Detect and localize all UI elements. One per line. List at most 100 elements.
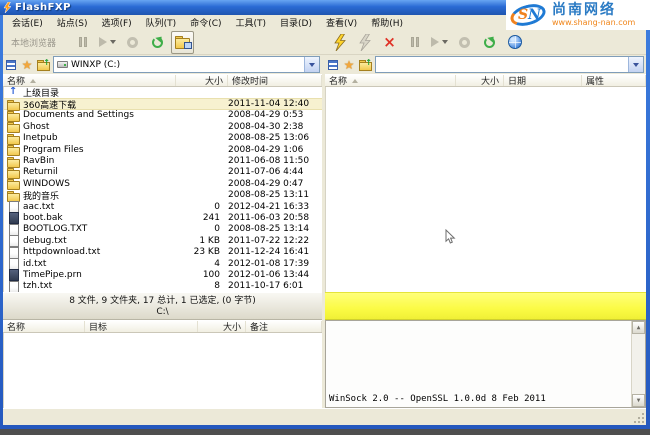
file-name: WINDOWS: [23, 179, 176, 189]
menu-item[interactable]: 队列(T): [139, 15, 184, 30]
scroll-up-button[interactable]: ▲: [632, 321, 645, 334]
file-row[interactable]: boot.bak 241 2011-06-03 20:58: [4, 212, 322, 223]
summary-path: C:\: [3, 307, 322, 318]
file-size: 0: [176, 224, 228, 234]
local-transfer-button[interactable]: [96, 31, 119, 54]
local-path-value: WINXP (C:): [71, 60, 120, 70]
file-name: Returnil: [23, 167, 176, 177]
queue-column-name[interactable]: 名称: [3, 321, 85, 332]
connect-button[interactable]: [328, 31, 351, 54]
column-header-mtime[interactable]: 修改时间: [228, 75, 322, 86]
local-path-bar: ★ ↑ WINXP (C:): [3, 55, 322, 74]
app-icon: [3, 2, 12, 13]
local-refresh-button[interactable]: [146, 31, 169, 54]
file-row[interactable]: httpdownload.txt 23 KB 2011-12-24 16:41: [4, 246, 322, 257]
folder-up-icon: ↑: [37, 60, 49, 70]
local-path-combobox[interactable]: WINXP (C:): [53, 56, 320, 73]
site-to-site-button[interactable]: [503, 31, 526, 54]
file-row[interactable]: 360高速下载 2011-11-04 12:40: [4, 98, 322, 109]
file-row[interactable]: Program Files 2008-04-29 1:06: [4, 144, 322, 155]
file-row[interactable]: aac.txt 0 2012-04-21 16:33: [4, 201, 322, 212]
log-scrollbar[interactable]: ▲ ▼: [631, 321, 645, 407]
column-header-size[interactable]: 大小: [456, 75, 504, 86]
file-row[interactable]: tzh.txt 8 2011-10-17 6:01: [4, 281, 322, 292]
disconnect-button[interactable]: [353, 31, 376, 54]
file-row[interactable]: RavBin 2011-06-08 11:50: [4, 155, 322, 166]
menu-item[interactable]: 会话(E): [5, 15, 50, 30]
remote-refresh-button[interactable]: [478, 31, 501, 54]
file-type-icon: [7, 201, 20, 212]
file-mtime: 2011-07-22 12:22: [228, 236, 322, 246]
logo-url: www.shang-nan.com: [552, 19, 635, 27]
file-row[interactable]: Documents and Settings 2008-04-29 0:53: [4, 110, 322, 121]
queue-list[interactable]: [3, 333, 322, 408]
remote-file-list[interactable]: [325, 87, 646, 292]
local-transfer-mode-button[interactable]: [121, 31, 144, 54]
file-type-icon: [7, 144, 20, 155]
resize-grip[interactable]: [632, 411, 644, 423]
file-name: httpdownload.txt: [23, 247, 176, 257]
column-header-size[interactable]: 大小: [176, 75, 228, 86]
menu-item[interactable]: 目录(D): [273, 15, 319, 30]
file-size: 241: [176, 213, 228, 223]
go-up-button[interactable]: ↑: [358, 58, 372, 72]
scroll-down-button[interactable]: ▼: [632, 394, 645, 407]
column-header-name[interactable]: 名称: [325, 75, 456, 86]
file-type-icon: [7, 178, 20, 189]
dropdown-caret-icon[interactable]: [442, 40, 448, 44]
shangnan-watermark: S N 尚南网络 www.shang-nan.com: [506, 0, 650, 30]
menu-item[interactable]: 查看(V): [319, 15, 364, 30]
file-row[interactable]: 我的音乐 2008-08-25 13:11: [4, 190, 322, 201]
menu-item[interactable]: 命令(C): [183, 15, 228, 30]
menu-item[interactable]: 站点(S): [50, 15, 95, 30]
remote-pause-button[interactable]: [403, 31, 426, 54]
file-type-icon: [7, 167, 20, 178]
column-header-date[interactable]: 日期: [504, 75, 582, 86]
file-row[interactable]: debug.txt 1 KB 2011-07-22 12:22: [4, 235, 322, 246]
menu-item[interactable]: 帮助(H): [364, 15, 410, 30]
disconnect-bolt-icon: [358, 34, 372, 51]
local-pause-button[interactable]: [71, 31, 94, 54]
dropdown-caret-icon[interactable]: [110, 40, 116, 44]
remote-transfer-button[interactable]: [428, 31, 451, 54]
column-header-attrs[interactable]: 属性: [582, 75, 646, 86]
file-size: 23 KB: [176, 247, 228, 257]
browser-toggle-icon: [175, 36, 190, 48]
queue-column-target[interactable]: 目标: [85, 321, 198, 332]
file-size: 0: [176, 202, 228, 212]
file-row[interactable]: Returnil 2011-07-06 4:44: [4, 167, 322, 178]
menu-item[interactable]: 工具(T): [229, 15, 274, 30]
menu-item[interactable]: 选项(F): [94, 15, 138, 30]
transfer-mode-icon: [459, 37, 470, 48]
file-row[interactable]: BOOTLOG.TXT 0 2008-08-25 13:14: [4, 224, 322, 235]
remote-transfer-mode-button[interactable]: [453, 31, 476, 54]
column-header-name[interactable]: 名称: [3, 75, 176, 86]
file-size: 8: [176, 281, 228, 291]
queue-column-note[interactable]: 备注: [246, 321, 322, 332]
file-mtime: 2008-08-25 13:14: [228, 224, 322, 234]
go-up-button[interactable]: ↑: [36, 58, 50, 72]
queue-column-size[interactable]: 大小: [198, 321, 246, 332]
file-row[interactable]: Inetpub 2008-08-25 13:06: [4, 133, 322, 144]
local-path-dropdown-button[interactable]: [304, 57, 319, 72]
favorites-button[interactable]: ★: [20, 58, 34, 72]
remote-path-combobox[interactable]: [375, 56, 644, 73]
chevron-down-icon: [633, 63, 639, 67]
transfer-arrow-icon: [99, 37, 107, 47]
favorites-button[interactable]: ★: [342, 58, 356, 72]
file-row[interactable]: TimePipe.prn 100 2012-01-06 13:44: [4, 269, 322, 280]
local-file-list[interactable]: 上级目录 360高速下载 2011-11-04 12:40 Documents …: [3, 87, 322, 292]
status-log[interactable]: WinSock 2.0 -- OpenSSL 1.0.0d 8 Feb 2011…: [325, 320, 646, 408]
folder-up-icon: ↑: [359, 60, 371, 70]
file-row[interactable]: Ghost 2008-04-30 2:38: [4, 121, 322, 132]
local-remote-toggle-button[interactable]: [171, 31, 194, 54]
file-mtime: 2008-04-29 0:53: [228, 110, 322, 120]
local-browser-label: 本地浏览器: [11, 36, 56, 49]
file-row[interactable]: id.txt 4 2012-01-08 17:39: [4, 258, 322, 269]
site-list-button[interactable]: [4, 58, 18, 72]
remote-path-dropdown-button[interactable]: [628, 57, 643, 72]
site-list-button[interactable]: [326, 58, 340, 72]
file-type-icon: [7, 269, 20, 280]
abort-button[interactable]: ×: [378, 31, 401, 54]
file-mtime: 2011-12-24 16:41: [228, 247, 322, 257]
